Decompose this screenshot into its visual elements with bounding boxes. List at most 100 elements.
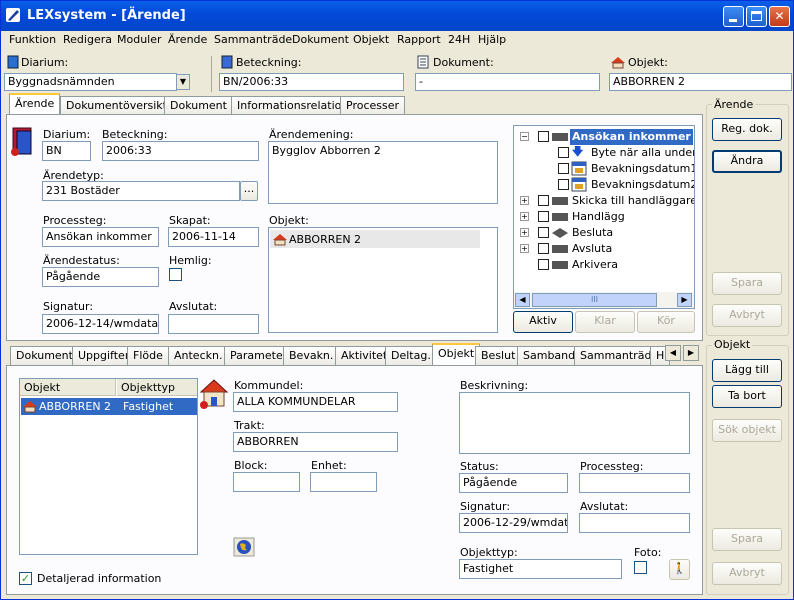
detaljerad-checkbox[interactable]: ✓: [19, 572, 32, 585]
foto-checkbox[interactable]: [634, 561, 647, 574]
globe-icon[interactable]: [233, 537, 255, 557]
tab-bevakn[interactable]: Bevakn.: [283, 346, 340, 365]
menu-redigera[interactable]: Redigera: [63, 33, 112, 46]
enhet-field[interactable]: [310, 472, 377, 492]
tab-processer[interactable]: Processer: [340, 96, 406, 115]
sok-objekt-button[interactable]: Sök objekt: [712, 419, 782, 442]
objekt-avslutat-field[interactable]: [579, 513, 690, 533]
tree-item-byte[interactable]: 🡇 Byte när alla underpro: [514, 145, 694, 161]
tree-collapse-icon[interactable]: −: [520, 132, 529, 141]
menu-sammantrade[interactable]: Sammanträde: [214, 33, 292, 46]
arendemening-textarea[interactable]: Bygglov Abborren 2: [268, 141, 498, 204]
arendetyp-field[interactable]: 231 Bostäder: [42, 181, 240, 201]
tab-anteckn[interactable]: Anteckn.: [168, 346, 229, 365]
process-tree[interactable]: − Ansökan inkommer 🡇 Byte när alla under…: [513, 125, 695, 309]
tree-checkbox[interactable]: [558, 147, 569, 158]
scroll-thumb[interactable]: III: [532, 293, 657, 307]
tab-objekt[interactable]: Objekt: [432, 343, 481, 365]
objekt-field[interactable]: ABBORREN 2: [609, 73, 792, 91]
objekt-column-header[interactable]: Objekt: [20, 379, 116, 396]
tree-checkbox[interactable]: [558, 179, 569, 190]
close-button[interactable]: ✕: [769, 6, 790, 27]
beteckning-field[interactable]: BN/2006:33: [219, 73, 404, 91]
arende-avbryt-button[interactable]: Avbryt: [712, 304, 782, 327]
tab-beslut[interactable]: Beslut: [475, 346, 522, 365]
menu-objekt[interactable]: Objekt: [353, 33, 389, 46]
tab-deltag[interactable]: Deltag.: [385, 346, 437, 365]
ta-bort-button[interactable]: Ta bort: [712, 385, 782, 408]
arende-beteckning-field[interactable]: 2006:33: [102, 141, 259, 161]
tree-checkbox[interactable]: [558, 163, 569, 174]
objekt-avbryt-button[interactable]: Avbryt: [712, 562, 782, 585]
trakt-field[interactable]: ABBORREN: [233, 432, 398, 452]
objekt-processteg-field[interactable]: [579, 473, 690, 493]
objekttyp-field[interactable]: Fastighet: [459, 559, 622, 579]
arende-spara-button[interactable]: Spara: [712, 272, 782, 295]
chevron-down-icon[interactable]: ▼: [176, 74, 190, 90]
table-row[interactable]: ABBORREN 2 Fastighet: [21, 398, 197, 415]
kor-button[interactable]: Kör: [637, 311, 695, 333]
objekt-spara-button[interactable]: Spara: [712, 528, 782, 551]
tree-checkbox[interactable]: [538, 243, 549, 254]
menu-moduler[interactable]: Moduler: [117, 33, 162, 46]
tab-arende[interactable]: Ärende: [9, 93, 61, 115]
tree-item-skicka[interactable]: + Skicka till handläggare: [514, 193, 694, 209]
arendetyp-browse-button[interactable]: ...: [240, 181, 258, 201]
tree-item-handlagg[interactable]: + Handlägg: [514, 209, 694, 225]
tab-dokument-bottom[interactable]: Dokument: [10, 346, 79, 365]
arende-diarium-field[interactable]: BN: [42, 141, 91, 161]
menu-rapport[interactable]: Rapport: [397, 33, 441, 46]
tree-checkbox[interactable]: [538, 131, 549, 142]
tree-item-bevakning1[interactable]: Bevakningsdatum1: [514, 161, 694, 177]
scroll-right-icon[interactable]: ▶: [677, 293, 692, 307]
tree-checkbox[interactable]: [538, 195, 549, 206]
andra-button[interactable]: Ändra: [712, 150, 782, 173]
tree-expand-icon[interactable]: +: [520, 212, 529, 221]
maximize-button[interactable]: [746, 6, 767, 27]
tree-checkbox[interactable]: [538, 227, 549, 238]
beskrivning-textarea[interactable]: [459, 392, 690, 454]
arende-avslutat-field[interactable]: [168, 314, 259, 334]
minimize-button[interactable]: [723, 6, 744, 27]
objekttyp-column-header[interactable]: Objekttyp: [117, 379, 197, 396]
aktiv-button[interactable]: Aktiv: [513, 311, 573, 333]
menu-hjalp[interactable]: Hjälp: [478, 33, 506, 46]
tree-checkbox[interactable]: [538, 211, 549, 222]
klar-button[interactable]: Klar: [575, 311, 635, 333]
tree-hscrollbar[interactable]: ◀ III ▶: [514, 292, 694, 308]
lagg-till-button[interactable]: Lägg till: [712, 359, 782, 382]
tree-item-avsluta[interactable]: + Avsluta: [514, 241, 694, 257]
kommundel-field[interactable]: ALLA KOMMUNDELAR: [233, 392, 398, 412]
menu-funktion[interactable]: Funktion: [9, 33, 56, 46]
objekt-signatur-field[interactable]: 2006-12-29/wmdata: [459, 513, 568, 533]
objekt-list[interactable]: Objekt Objekttyp ABBORREN 2 Fastighet: [19, 378, 198, 555]
arende-signatur-field[interactable]: 2006-12-14/wmdata: [42, 314, 159, 334]
tree-expand-icon[interactable]: +: [520, 196, 529, 205]
tab-uppgifter[interactable]: Uppgifter: [72, 346, 136, 365]
tab-samband[interactable]: Samband: [517, 346, 582, 365]
block-field[interactable]: [233, 472, 300, 492]
menu-arende[interactable]: Ärende: [168, 33, 207, 46]
tab-scroll-left-icon[interactable]: ◀: [665, 345, 681, 361]
tree-item-besluta[interactable]: + Besluta: [514, 225, 694, 241]
arendestatus-field[interactable]: Pågående: [42, 267, 159, 287]
menu-24h[interactable]: 24H: [448, 33, 470, 46]
scroll-left-icon[interactable]: ◀: [515, 293, 530, 307]
tab-dokument[interactable]: Dokument: [164, 96, 233, 115]
tab-flode[interactable]: Flöde: [127, 346, 169, 365]
tab-informationsrelation[interactable]: Informationsrelation: [231, 96, 355, 115]
menu-dokument[interactable]: Dokument: [292, 33, 349, 46]
person-walk-button[interactable]: 🚶: [669, 559, 690, 580]
tree-item-arkivera[interactable]: Arkivera: [514, 257, 694, 273]
tree-item-ansokan[interactable]: − Ansökan inkommer: [514, 129, 694, 145]
dokument-field[interactable]: -: [415, 73, 600, 91]
tree-expand-icon[interactable]: +: [520, 244, 529, 253]
tree-item-bevakning2[interactable]: Bevakningsdatum2: [514, 177, 694, 193]
reg-dok-button[interactable]: Reg. dok.: [712, 118, 782, 141]
tree-checkbox[interactable]: [538, 259, 549, 270]
skapat-field[interactable]: 2006-11-14: [168, 227, 259, 247]
processteg-field[interactable]: Ansökan inkommer: [42, 227, 159, 247]
hemlig-checkbox[interactable]: [169, 268, 182, 281]
tab-dokumentoversikt[interactable]: Dokumentöversikt: [60, 96, 173, 115]
tree-expand-icon[interactable]: +: [520, 228, 529, 237]
